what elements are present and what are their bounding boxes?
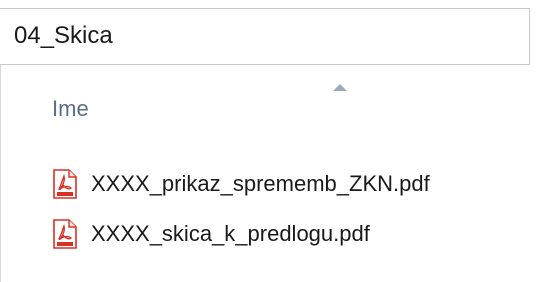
column-header-name[interactable]: Ime xyxy=(52,96,89,122)
file-name[interactable]: XXXX_skica_k_predlogu.pdf xyxy=(91,221,370,247)
pdf-file-icon xyxy=(52,169,78,199)
pdf-file-icon xyxy=(52,219,78,249)
sort-ascending-icon[interactable] xyxy=(333,84,347,91)
file-name[interactable]: XXXX_prikaz_sprememb_ZKN.pdf xyxy=(91,171,430,197)
file-list-item[interactable]: XXXX_prikaz_sprememb_ZKN.pdf xyxy=(52,164,430,204)
file-list-item[interactable]: XXXX_skica_k_predlogu.pdf xyxy=(52,214,370,254)
pane-divider xyxy=(0,65,1,282)
folder-path[interactable]: 04_Skica xyxy=(14,22,113,50)
file-explorer-window: 04_Skica Ime XXXX_prikaz_sprememb_ZKN.pd… xyxy=(0,0,537,282)
address-bar[interactable]: 04_Skica xyxy=(0,8,530,65)
